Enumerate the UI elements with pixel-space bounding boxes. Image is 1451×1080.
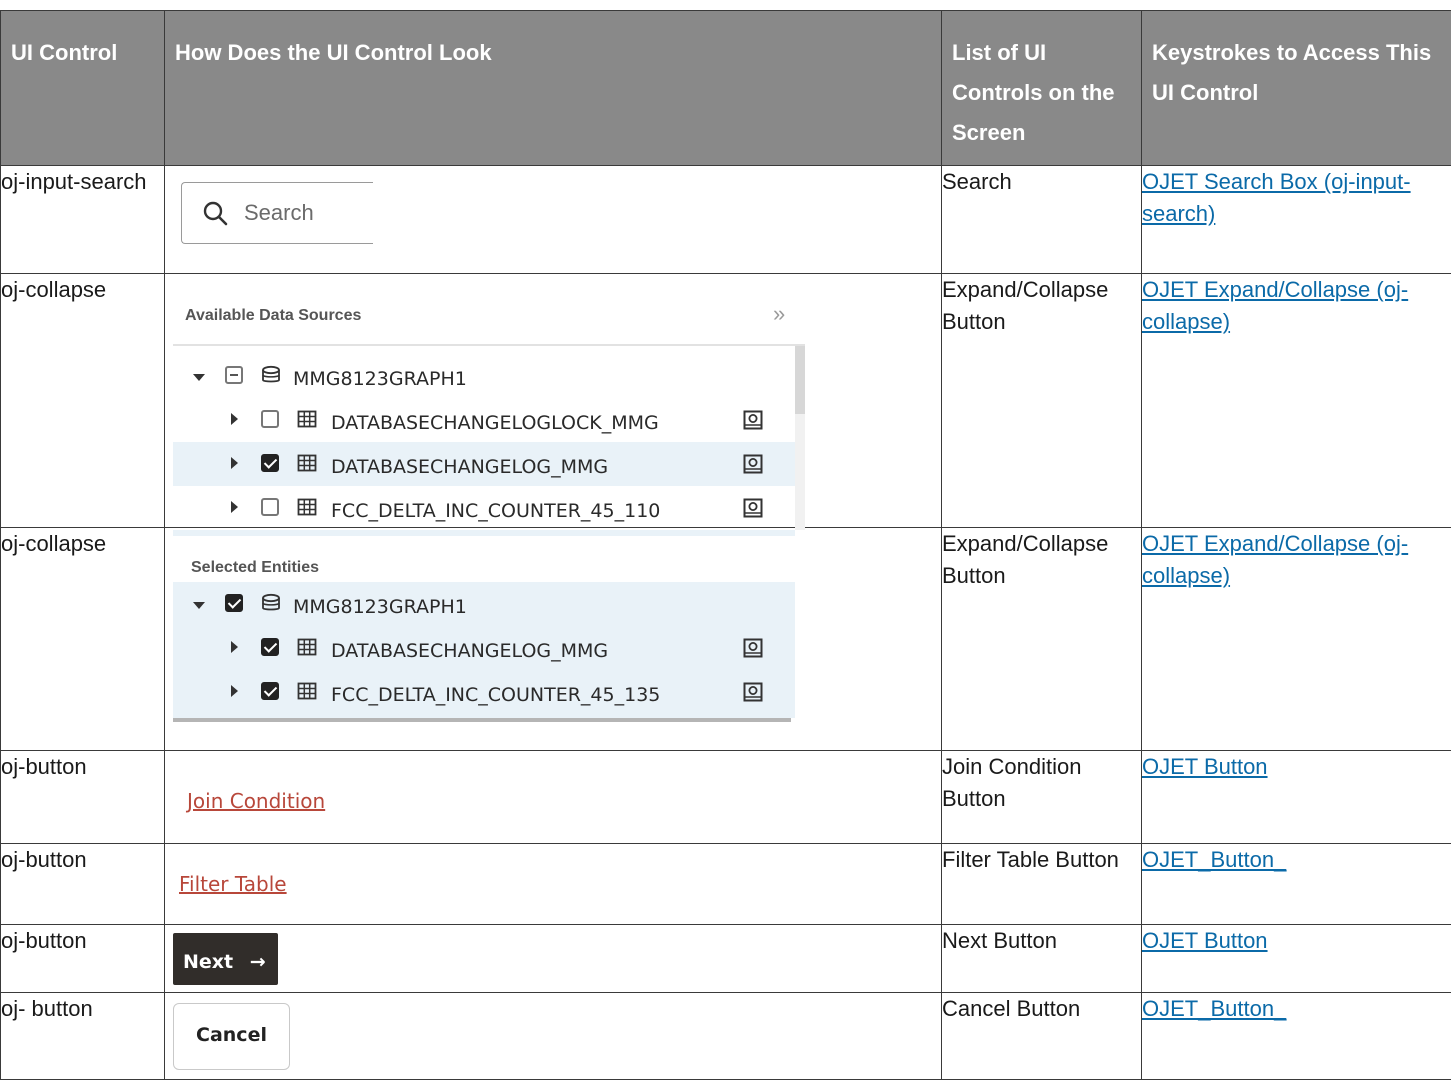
ui-controls-table: UI Control How Does the UI Control Look … <box>0 10 1451 1080</box>
tree-item-row[interactable]: DATABASECHANGELOG_MMG <box>173 442 795 486</box>
partial-checkbox[interactable] <box>225 366 243 384</box>
cancel-button[interactable]: Cancel <box>173 1003 290 1070</box>
tree-item-label: FCC_DELTA_INC_COUNTER_45_135 <box>331 679 660 711</box>
tree-item-row[interactable]: DATABASECHANGELOGLOCK_MMG <box>173 398 795 442</box>
table-row: oj-input-search Search OJET Search Box (… <box>1 166 1451 274</box>
table-icon <box>297 637 317 657</box>
table-icon <box>297 497 317 517</box>
tree-root-label: MMG8123GRAPH1 <box>293 591 467 623</box>
control-preview: Available Data Sources » MMG8123GRAPH1 <box>165 274 942 528</box>
collapse-panel-icon[interactable]: » <box>773 298 785 330</box>
arrow-right-icon: → <box>250 951 266 973</box>
scrollbar-thumb[interactable] <box>795 346 805 414</box>
search-input[interactable] <box>242 199 366 227</box>
tree-item-row[interactable]: FCC_DELTA_INC_COUNTER_45_135 <box>173 670 795 714</box>
control-list-entry: Expand/Collapse Button <box>942 274 1142 528</box>
caret-down-icon[interactable] <box>193 374 205 381</box>
panel-title: Selected Entities <box>191 552 319 584</box>
search-icon <box>202 200 228 226</box>
database-icon <box>261 365 281 385</box>
table-icon <box>297 681 317 701</box>
tree-item-row[interactable]: DATABASECHANGELOG_MMG <box>173 626 795 670</box>
control-name: oj-button <box>1 925 165 993</box>
header-ui-control: UI Control <box>1 11 165 166</box>
header-look: How Does the UI Control Look <box>165 11 942 166</box>
view-data-icon[interactable] <box>743 638 763 658</box>
tree-root-label: MMG8123GRAPH1 <box>293 363 467 395</box>
panel-title: Available Data Sources <box>185 300 361 332</box>
table-row: oj-button Next → Next Button OJET Button <box>1 925 1451 993</box>
header-list: List of UI Controls on the Screen <box>942 11 1142 166</box>
horizontal-scrollbar[interactable] <box>173 718 791 722</box>
control-name: oj-button <box>1 751 165 844</box>
control-name: oj- button <box>1 993 165 1080</box>
view-data-icon[interactable] <box>743 410 763 430</box>
doc-link[interactable]: OJET_Button_ <box>1142 847 1286 872</box>
table-icon <box>297 453 317 473</box>
view-data-icon[interactable] <box>743 682 763 702</box>
control-list-entry: Filter Table Button <box>942 844 1142 925</box>
table-row: oj-collapse Available Data Sources » MMG… <box>1 274 1451 528</box>
item-checkbox[interactable] <box>261 498 279 516</box>
control-name: oj-collapse <box>1 528 165 751</box>
header-keystrokes: Keystrokes to Access This UI Control <box>1142 11 1451 166</box>
control-list-entry: Search <box>942 166 1142 274</box>
control-list-entry: Next Button <box>942 925 1142 993</box>
header-row: UI Control How Does the UI Control Look … <box>1 11 1451 166</box>
item-checkbox[interactable] <box>261 410 279 428</box>
table-row: oj-collapse Selected Entities MMG8123GRA… <box>1 528 1451 751</box>
doc-link[interactable]: OJET Expand/Collapse (oj-collapse) <box>1142 277 1408 334</box>
control-list-entry: Join Condition Button <box>942 751 1142 844</box>
tree-item-label: DATABASECHANGELOG_MMG <box>331 451 608 483</box>
search-box[interactable] <box>181 182 373 244</box>
caret-right-icon[interactable] <box>231 641 238 653</box>
table-row: oj- button Cancel Cancel Button OJET_But… <box>1 993 1451 1080</box>
view-data-icon[interactable] <box>743 454 763 474</box>
item-checkbox[interactable] <box>261 454 279 472</box>
caret-right-icon[interactable] <box>231 501 238 513</box>
tree-item-label: DATABASECHANGELOGLOCK_MMG <box>331 407 659 439</box>
item-checkbox[interactable] <box>261 682 279 700</box>
caret-down-icon[interactable] <box>193 602 205 609</box>
caret-right-icon[interactable] <box>231 685 238 697</box>
control-preview: Filter Table <box>165 844 942 925</box>
doc-link[interactable]: OJET Search Box (oj-input-search) <box>1142 169 1411 226</box>
control-list-entry: Expand/Collapse Button <box>942 528 1142 751</box>
control-name: oj-input-search <box>1 166 165 274</box>
table-row: oj-button Filter Table Filter Table Butt… <box>1 844 1451 925</box>
view-data-icon[interactable] <box>743 498 763 518</box>
tree-root-row[interactable]: MMG8123GRAPH1 <box>173 354 795 398</box>
caret-right-icon[interactable] <box>231 457 238 469</box>
control-name: oj-button <box>1 844 165 925</box>
doc-link[interactable]: OJET_Button_ <box>1142 996 1286 1021</box>
control-list-entry: Cancel Button <box>942 993 1142 1080</box>
tree-item-row[interactable]: FCC_DELTA_INC_COUNTER_45_110 <box>173 486 795 530</box>
control-preview: Join Condition <box>165 751 942 844</box>
divider <box>173 344 805 346</box>
table-icon <box>297 409 317 429</box>
doc-link[interactable]: OJET Expand/Collapse (oj-collapse) <box>1142 531 1408 588</box>
control-preview <box>165 166 942 274</box>
tree-root-row[interactable]: MMG8123GRAPH1 <box>173 582 795 626</box>
database-icon <box>261 593 281 613</box>
next-button[interactable]: Next → <box>173 933 278 985</box>
table-row: oj-button Join Condition Join Condition … <box>1 751 1451 844</box>
root-checkbox[interactable] <box>225 594 243 612</box>
control-name: oj-collapse <box>1 274 165 528</box>
filter-table-button[interactable]: Filter Table <box>179 868 287 900</box>
item-checkbox[interactable] <box>261 638 279 656</box>
tree-item-label: DATABASECHANGELOG_MMG <box>331 635 608 667</box>
control-preview: Next → <box>165 925 942 993</box>
join-condition-button[interactable]: Join Condition <box>187 785 325 817</box>
control-preview: Cancel <box>165 993 942 1080</box>
doc-link[interactable]: OJET Button <box>1142 928 1268 953</box>
next-button-label: Next <box>183 951 233 973</box>
caret-right-icon[interactable] <box>231 413 238 425</box>
tree-item-label: FCC_DELTA_INC_COUNTER_45_110 <box>331 495 660 527</box>
doc-link[interactable]: OJET Button <box>1142 754 1268 779</box>
control-preview: Selected Entities MMG8123GRAPH1 <box>165 528 942 751</box>
